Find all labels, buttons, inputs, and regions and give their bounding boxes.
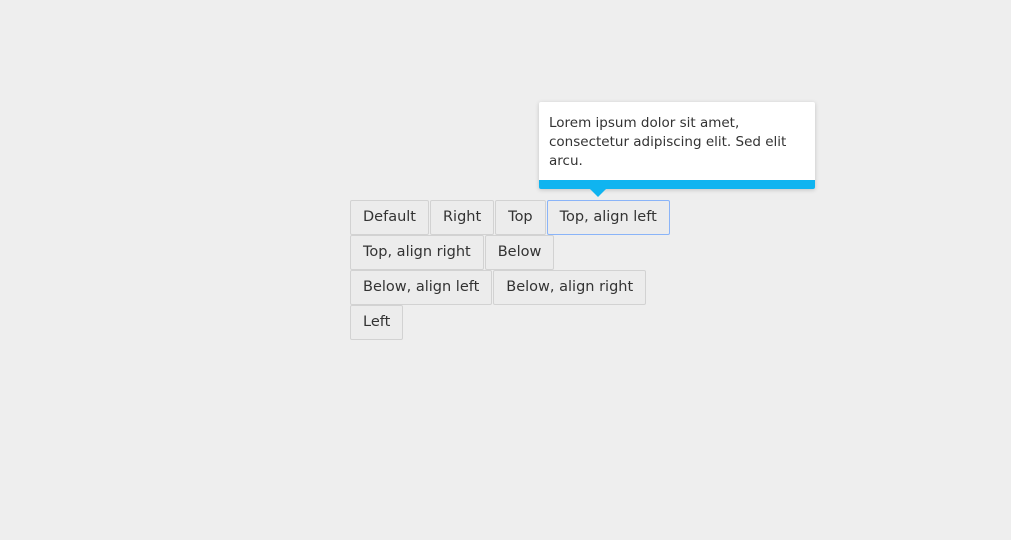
button-row-4: Left <box>350 305 404 340</box>
tooltip-text: Lorem ipsum dolor sit amet, consectetur … <box>549 115 787 169</box>
right-button[interactable]: Right <box>429 200 495 235</box>
below-button[interactable]: Below <box>484 235 555 270</box>
top-align-left-button[interactable]: Top, align left <box>546 200 670 235</box>
below-align-left-button[interactable]: Below, align left <box>350 270 493 305</box>
button-row-3: Below, align left Below, align right <box>350 270 647 305</box>
top-align-right-button[interactable]: Top, align right <box>350 235 484 270</box>
demo-stage: Lorem ipsum dolor sit amet, consectetur … <box>0 0 1011 540</box>
tooltip-arrow <box>589 188 607 197</box>
tooltip-accent-bar <box>539 180 815 189</box>
button-row-2: Top, align right Below <box>350 235 555 270</box>
top-button[interactable]: Top <box>495 200 546 235</box>
below-align-right-button[interactable]: Below, align right <box>493 270 647 305</box>
default-button[interactable]: Default <box>350 200 429 235</box>
button-row-1: Default Right Top Top, align left <box>350 200 671 235</box>
left-button[interactable]: Left <box>350 305 404 340</box>
tooltip-popup: Lorem ipsum dolor sit amet, consectetur … <box>539 102 815 197</box>
